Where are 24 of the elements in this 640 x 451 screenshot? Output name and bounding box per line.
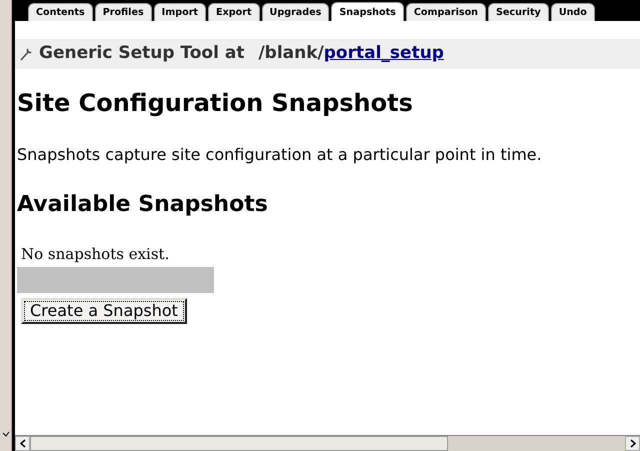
tab[interactable]: Comparison: [406, 3, 486, 21]
scrollbar-thumb[interactable]: [30, 436, 448, 451]
path-link[interactable]: portal_setup: [324, 43, 444, 63]
path-separator: /: [318, 43, 324, 63]
tab[interactable]: Snapshots: [331, 2, 404, 21]
wrench-icon: [19, 46, 33, 61]
page-heading: Site Configuration Snapshots: [17, 88, 414, 118]
tab[interactable]: Security: [488, 3, 549, 21]
scroll-left-icon[interactable]: [20, 439, 26, 448]
description: Snapshots capture site configuration at a particular point in time.: [17, 144, 543, 166]
horizontal-scrollbar[interactable]: [15, 435, 640, 451]
tool-title: Generic Setup Tool at: [39, 42, 244, 65]
create-snapshot-button[interactable]: Create a Snapshot: [21, 298, 187, 324]
tab[interactable]: Import: [154, 3, 206, 21]
empty-message: No snapshots exist.: [21, 244, 170, 265]
scroll-right-icon[interactable]: [630, 439, 636, 448]
tab[interactable]: Contents: [28, 3, 93, 21]
tab[interactable]: Upgrades: [262, 3, 330, 21]
tab[interactable]: Undo: [550, 3, 595, 21]
tab[interactable]: Export: [208, 3, 260, 21]
tab[interactable]: Profiles: [94, 3, 152, 21]
section-heading: Available Snapshots: [17, 192, 269, 219]
check-icon: [2, 431, 10, 437]
path-link[interactable]: /blank: [258, 43, 318, 63]
